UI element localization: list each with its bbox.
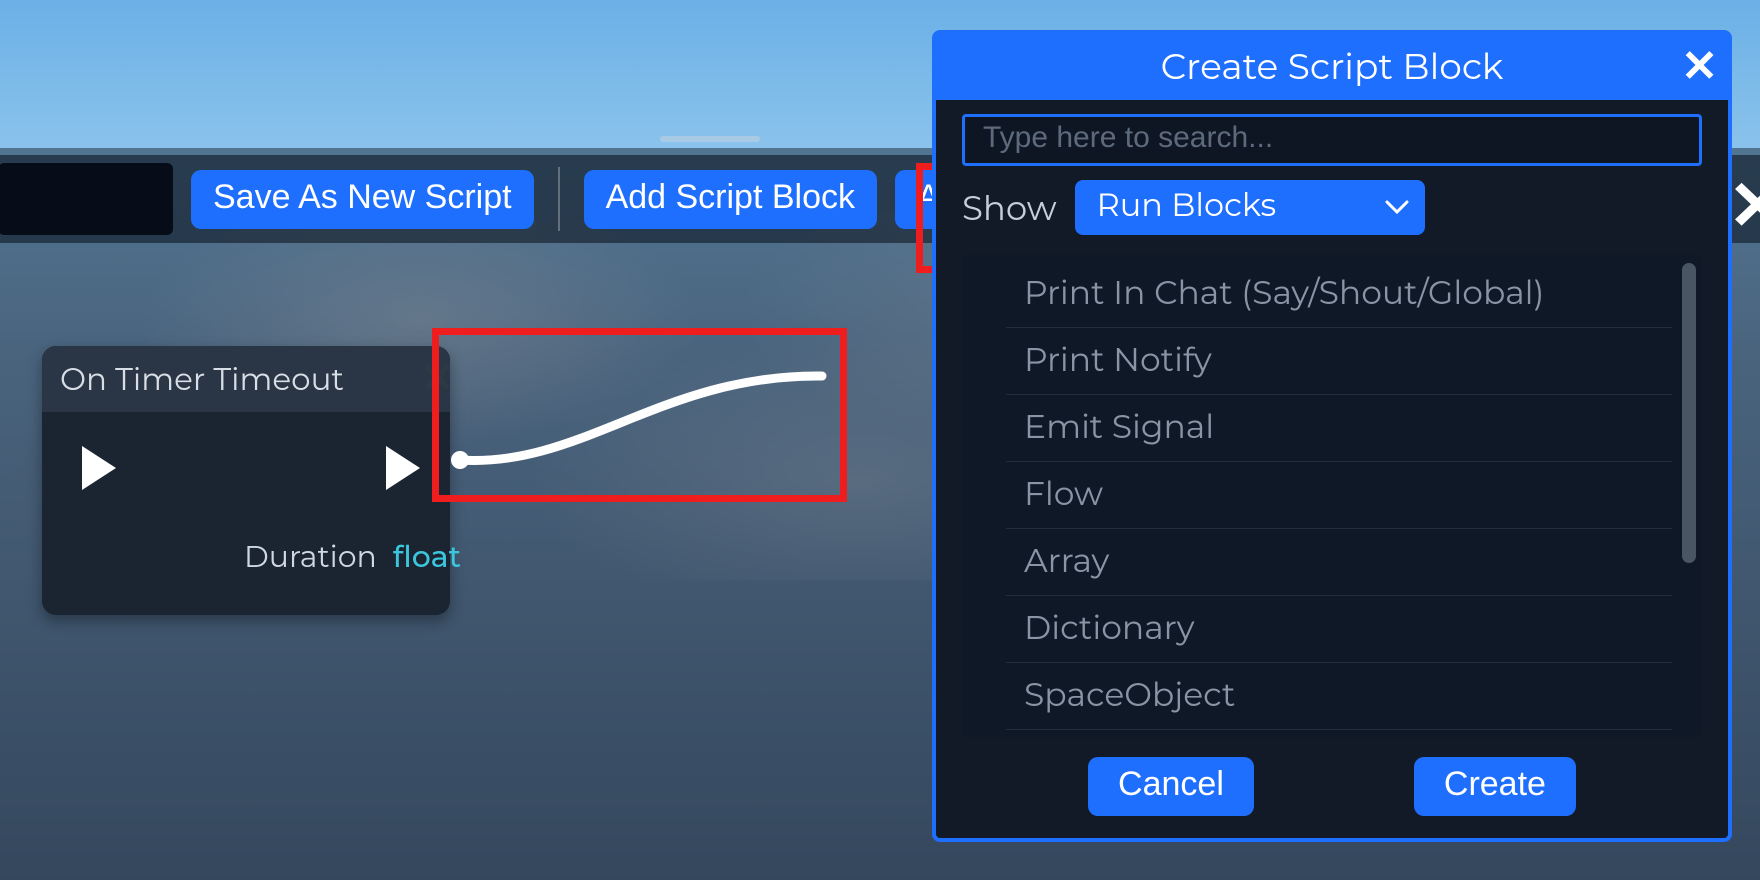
cancel-button[interactable]: Cancel: [1088, 757, 1254, 816]
show-filter-selected: Run Blocks: [1097, 186, 1276, 225]
duration-label: Duration: [244, 538, 377, 575]
toolbar-collapsed-panel[interactable]: [0, 163, 173, 235]
list-item[interactable]: › Dictionary: [1006, 596, 1672, 663]
chevron-right-icon[interactable]: ›: [1006, 612, 1008, 644]
node-input-exec-icon[interactable]: [82, 446, 116, 490]
connection-curve[interactable]: [442, 328, 846, 538]
list-item-label: Dictionary: [1024, 608, 1195, 648]
list-item-label: Print Notify: [1024, 340, 1212, 380]
list-item[interactable]: ›Emit Signal: [1006, 395, 1672, 462]
create-script-block-dialog: Create Script Block ✕ Show Run Blocks ›P…: [932, 30, 1732, 842]
list-item-label: Flow: [1024, 474, 1103, 514]
list-item[interactable]: ›Print In Chat (Say/Shout/Global): [1006, 261, 1672, 328]
dialog-title: Create Script Block: [1161, 45, 1504, 89]
chevron-down-icon: [1385, 200, 1409, 216]
list-scrollbar[interactable]: [1682, 263, 1696, 729]
close-panel-icon[interactable]: ✕: [1728, 172, 1760, 240]
block-list[interactable]: ›Print In Chat (Say/Shout/Global)›Print …: [1006, 261, 1702, 737]
list-item-label: Array: [1024, 541, 1109, 581]
panel-grab-handle[interactable]: [660, 136, 760, 142]
chevron-right-icon[interactable]: ›: [1006, 478, 1008, 510]
list-item-label: SpaceObject: [1024, 675, 1235, 715]
script-node-on-timer-timeout[interactable]: On Timer Timeout ✕ Duration float: [42, 346, 450, 615]
add-script-block-button[interactable]: Add Script Block: [584, 170, 877, 229]
list-item-label: Emit Signal: [1024, 407, 1214, 447]
list-item-label: Print In Chat (Say/Shout/Global): [1024, 273, 1544, 313]
list-item[interactable]: ›Print Notify: [1006, 328, 1672, 395]
create-button[interactable]: Create: [1414, 757, 1576, 816]
search-input[interactable]: [962, 114, 1702, 166]
dialog-close-icon[interactable]: ✕: [1681, 44, 1718, 88]
scrollbar-thumb[interactable]: [1682, 263, 1696, 563]
list-item[interactable]: ›Player: [1006, 730, 1672, 737]
show-filter-label: Show: [962, 187, 1057, 229]
node-output-exec-icon[interactable]: [386, 446, 420, 490]
list-item[interactable]: › Flow: [1006, 462, 1672, 529]
show-filter-dropdown[interactable]: Run Blocks: [1075, 180, 1425, 235]
chevron-right-icon[interactable]: ›: [1006, 679, 1008, 711]
toolbar-divider: [558, 167, 560, 231]
save-as-new-script-button[interactable]: Save As New Script: [191, 170, 534, 229]
list-item[interactable]: › SpaceObject: [1006, 663, 1672, 730]
node-title: On Timer Timeout: [42, 346, 450, 412]
duration-type-label: float: [393, 538, 461, 575]
list-item[interactable]: › Array: [1006, 529, 1672, 596]
chevron-right-icon[interactable]: ›: [1006, 545, 1008, 577]
dialog-title-bar[interactable]: Create Script Block ✕: [936, 34, 1728, 100]
